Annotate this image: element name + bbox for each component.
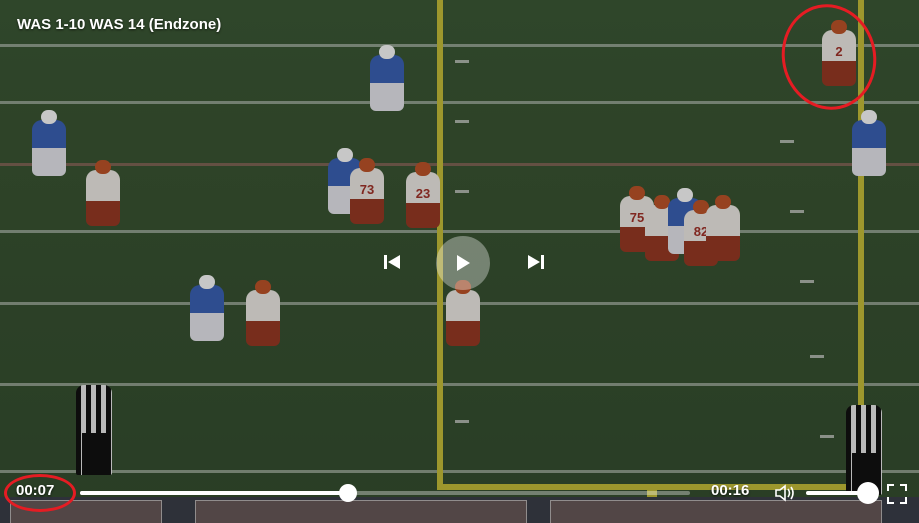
play-button[interactable] bbox=[436, 236, 490, 290]
volume-handle[interactable] bbox=[857, 482, 879, 504]
annotation-circle-time bbox=[4, 474, 76, 512]
next-button[interactable] bbox=[522, 248, 550, 276]
volume-icon bbox=[775, 484, 794, 502]
skip-previous-icon bbox=[384, 255, 400, 269]
progress-bar[interactable] bbox=[80, 491, 690, 495]
video-title: WAS 1-10 WAS 14 (Endzone) bbox=[17, 16, 222, 33]
progress-fill bbox=[80, 491, 349, 495]
fullscreen-icon bbox=[887, 484, 907, 504]
duration: 00:16 bbox=[711, 482, 750, 499]
play-icon bbox=[457, 255, 470, 271]
fullscreen-button[interactable] bbox=[886, 483, 908, 505]
skip-next-icon bbox=[528, 255, 544, 269]
volume-button[interactable] bbox=[774, 482, 798, 504]
previous-button[interactable] bbox=[378, 248, 406, 276]
